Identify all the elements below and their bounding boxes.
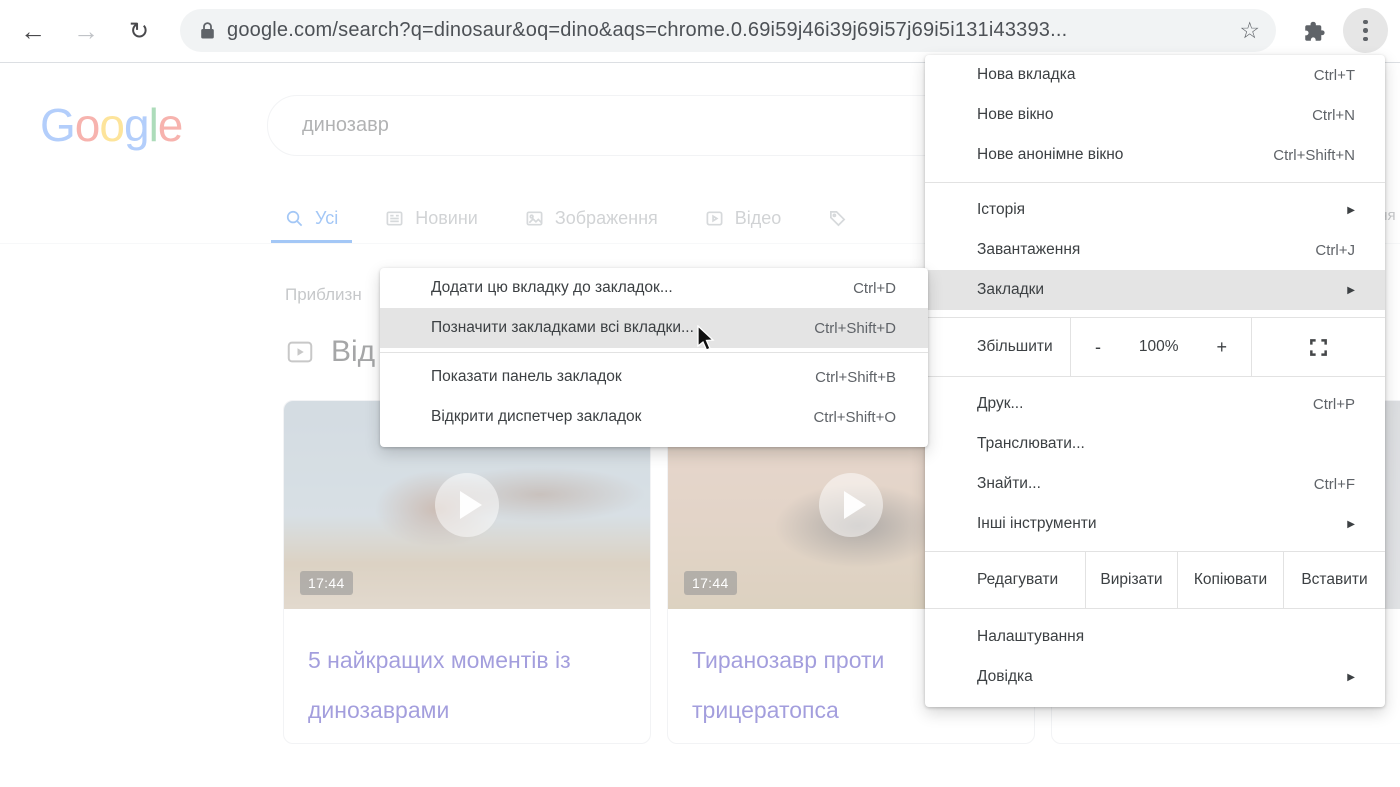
zoom-in-button[interactable]: + xyxy=(1216,337,1227,358)
bookmarks-submenu: Додати цю вкладку до закладок...Ctrl+D П… xyxy=(380,268,928,447)
tab-video[interactable]: Відео xyxy=(705,193,782,243)
menu-item-new-incognito-window[interactable]: Нове анонімне вікноCtrl+Shift+N xyxy=(925,135,1385,175)
tab-news[interactable]: Новини xyxy=(385,193,478,243)
video-title[interactable]: 5 найкращих моментів із динозаврами xyxy=(284,609,650,735)
fullscreen-button[interactable] xyxy=(1252,318,1385,376)
forward-button[interactable]: → xyxy=(66,0,106,62)
menu-divider xyxy=(925,182,1385,183)
menu-item-help[interactable]: Довідка▶ xyxy=(925,657,1385,697)
submenu-arrow-icon: ▶ xyxy=(1347,205,1355,216)
fullscreen-icon xyxy=(1308,337,1329,358)
submenu-arrow-icon: ▶ xyxy=(1347,285,1355,296)
video-icon xyxy=(705,209,724,228)
videos-section-header: Від xyxy=(285,335,375,369)
submenu-item-bookmark-all-tabs[interactable]: Позначити закладками всі вкладки...Ctrl+… xyxy=(380,308,928,348)
copy-button[interactable]: Копіювати xyxy=(1177,552,1283,608)
menu-item-new-tab[interactable]: Нова вкладкаCtrl+T xyxy=(925,55,1385,95)
video-duration: 17:44 xyxy=(684,571,737,595)
video-duration: 17:44 xyxy=(300,571,353,595)
zoom-label: Збільшити xyxy=(925,318,1070,376)
play-icon[interactable] xyxy=(819,473,883,537)
cut-button[interactable]: Вирізати xyxy=(1085,552,1177,608)
menu-item-downloads[interactable]: ЗавантаженняCtrl+J xyxy=(925,230,1385,270)
zoom-level: 100% xyxy=(1139,338,1179,356)
reload-button[interactable]: ↻ xyxy=(119,0,159,62)
submenu-arrow-icon: ▶ xyxy=(1347,672,1355,683)
search-query-text: динозавр xyxy=(302,114,389,137)
submenu-item-show-bookmarks-bar[interactable]: Показати панель закладокCtrl+Shift+B xyxy=(380,357,928,397)
tab-images[interactable]: Зображення xyxy=(525,193,658,243)
google-logo[interactable]: Google xyxy=(40,98,182,152)
news-icon xyxy=(385,209,404,228)
menu-item-print[interactable]: Друк...Ctrl+P xyxy=(925,384,1385,424)
video-section-icon xyxy=(285,337,315,367)
address-bar[interactable]: google.com/search?q=dinosaur&oq=dino&aqs… xyxy=(180,9,1276,52)
back-button[interactable]: ← xyxy=(13,0,53,62)
chrome-menu: Нова вкладкаCtrl+T Нове вікноCtrl+N Нове… xyxy=(925,55,1385,707)
lock-icon xyxy=(200,21,215,40)
menu-item-bookmarks[interactable]: Закладки▶ xyxy=(925,270,1385,310)
tag-icon xyxy=(828,209,847,228)
menu-item-new-window[interactable]: Нове вікноCtrl+N xyxy=(925,95,1385,135)
submenu-item-bookmark-manager[interactable]: Відкрити диспетчер закладокCtrl+Shift+O xyxy=(380,397,928,437)
submenu-item-bookmark-this-tab[interactable]: Додати цю вкладку до закладок...Ctrl+D xyxy=(380,268,928,308)
menu-item-find[interactable]: Знайти...Ctrl+F xyxy=(925,464,1385,504)
edit-label: Редагувати xyxy=(925,552,1085,608)
menu-item-settings[interactable]: Налаштування xyxy=(925,617,1385,657)
menu-item-history[interactable]: Історія▶ xyxy=(925,190,1385,230)
paste-button[interactable]: Вставити xyxy=(1283,552,1385,608)
menu-item-cast[interactable]: Транслювати... xyxy=(925,424,1385,464)
url-text: google.com/search?q=dinosaur&oq=dino&aqs… xyxy=(227,19,1067,42)
menu-edit-row: Редагувати Вирізати Копіювати Вставити xyxy=(925,551,1385,609)
play-icon[interactable] xyxy=(435,473,499,537)
menu-zoom-row: Збільшити - 100% + xyxy=(925,317,1385,377)
zoom-out-button[interactable]: - xyxy=(1095,337,1101,358)
browser-window: Google динозавр Усі Новини Зображення xyxy=(0,0,1400,787)
tab-shopping[interactable] xyxy=(828,193,847,243)
menu-item-more-tools[interactable]: Інші інструменти▶ xyxy=(925,504,1385,544)
browser-toolbar: ← → ↻ google.com/search?q=dinosaur&oq=di… xyxy=(0,0,1400,63)
tab-all[interactable]: Усі xyxy=(285,193,338,243)
bookmark-star-icon[interactable]: ☆ xyxy=(1239,17,1260,44)
search-icon xyxy=(285,209,304,228)
search-input[interactable]: динозавр xyxy=(267,95,964,156)
menu-dots-button[interactable] xyxy=(1343,8,1388,53)
menu-divider xyxy=(380,352,928,353)
extensions-icon[interactable] xyxy=(1294,0,1334,62)
submenu-arrow-icon: ▶ xyxy=(1347,519,1355,530)
video-card[interactable]: 17:44 5 найкращих моментів із динозаврам… xyxy=(283,400,651,744)
image-icon xyxy=(525,209,544,228)
results-stats: Приблизн xyxy=(285,285,362,305)
